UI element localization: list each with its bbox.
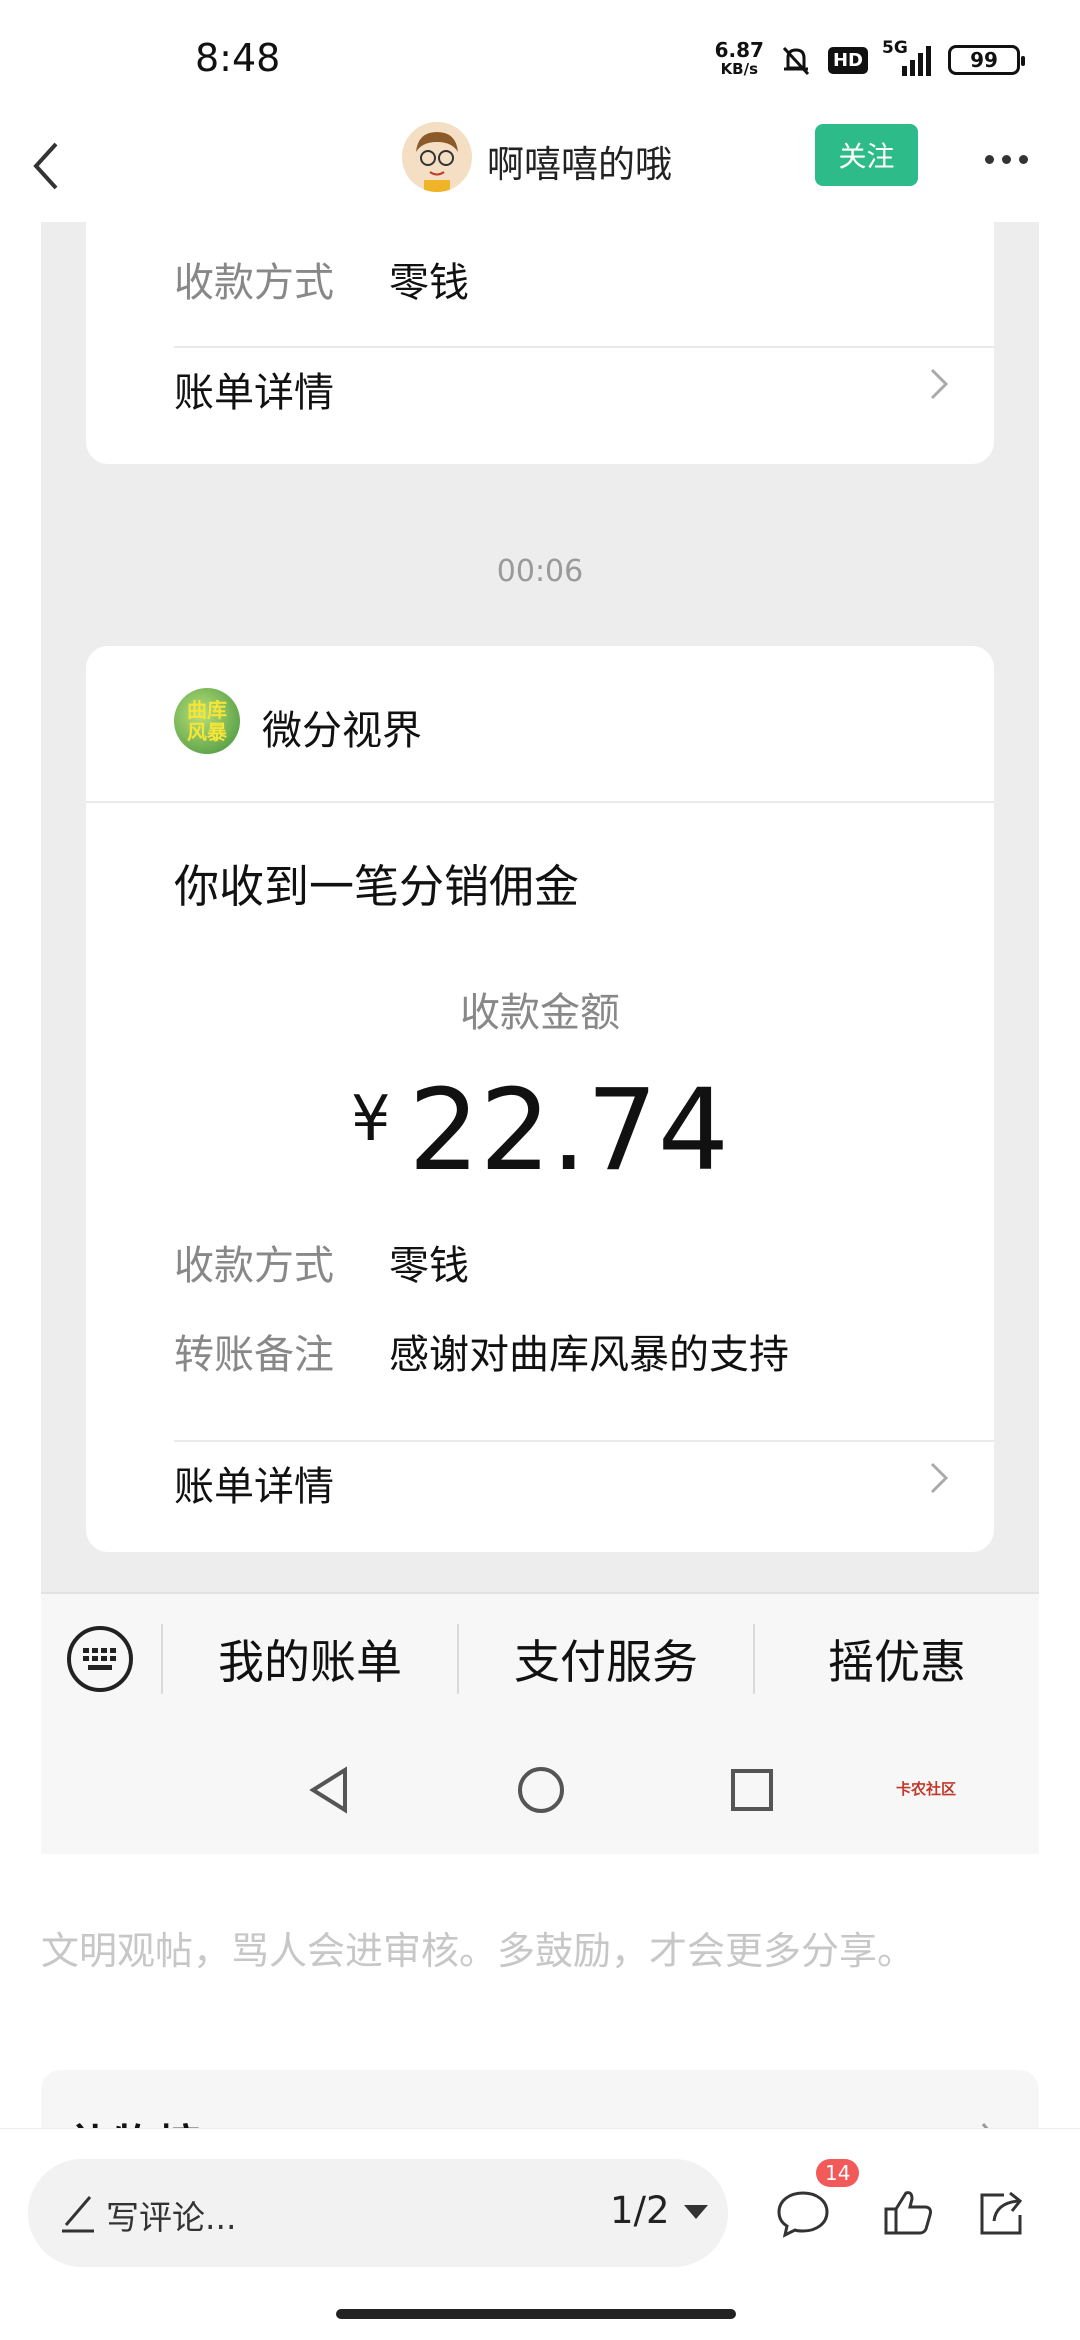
- share-icon[interactable]: [974, 2185, 1030, 2241]
- amount-label: 收款金额: [460, 990, 620, 1036]
- hd-badge: HD: [827, 46, 868, 74]
- nav-home-icon: [518, 1767, 564, 1813]
- keyboard-icon: [67, 1626, 133, 1692]
- message-timestamp: 00:06: [496, 554, 584, 589]
- official-account-name: 微分视界: [262, 708, 422, 754]
- amount-value: 22.74: [408, 1066, 730, 1196]
- page-dropdown-icon[interactable]: [684, 2205, 708, 2219]
- comment-icon[interactable]: [775, 2185, 831, 2241]
- signal-icon: 5G: [882, 38, 934, 78]
- battery-level: 99: [970, 48, 998, 72]
- pen-icon: [62, 2196, 94, 2233]
- menu-item-payment-services: 支付服务: [514, 1635, 698, 1689]
- avatar[interactable]: [402, 122, 472, 192]
- status-icons: 6.87 KB/s HD 5G 99: [714, 38, 1025, 82]
- follow-button[interactable]: 关注: [815, 124, 918, 186]
- chat-menu-bar: 我的账单 支付服务 摇优惠: [41, 1592, 1039, 1722]
- divider: [174, 346, 994, 348]
- payment-method-label: 收款方式: [174, 1243, 334, 1289]
- bill-detail-label: 账单详情: [174, 1464, 334, 1510]
- chevron-right-icon: [930, 1462, 949, 1494]
- menu-item-my-bills: 我的账单: [218, 1635, 402, 1689]
- watermark: 卡农社区: [896, 1780, 957, 1798]
- home-indicator: [336, 2309, 736, 2319]
- network-speed: 6.87 KB/s: [714, 38, 764, 79]
- menu-item-shake-offers: 摇优惠: [828, 1635, 966, 1689]
- system-nav-bar: 卡农社区: [41, 1722, 1039, 1854]
- comment-guideline-text: 文明观帖，骂人会进审核。多鼓励，才会更多分享。: [41, 1929, 916, 1973]
- status-bar: 8:48 6.87 KB/s HD 5G 99: [0, 0, 1080, 110]
- currency-symbol: ¥: [350, 1082, 391, 1155]
- divider: [86, 801, 994, 803]
- transfer-note-label: 转账备注: [174, 1332, 334, 1378]
- amount: ¥22.74: [86, 1066, 994, 1196]
- nav-back-icon: [309, 1766, 347, 1814]
- more-icon[interactable]: [985, 144, 1045, 174]
- payment-method-value: 零钱: [389, 1243, 469, 1289]
- battery-icon: 99: [948, 45, 1025, 75]
- card-title: 你收到一笔分销佣金: [174, 860, 580, 913]
- comment-placeholder: 写评论...: [106, 2198, 237, 2237]
- page-indicator[interactable]: 1/2: [610, 2189, 670, 2232]
- nav-recents-icon: [731, 1769, 773, 1811]
- post-header: 啊嘻嘻的哦 关注: [0, 110, 1080, 222]
- network-speed-unit: KB/s: [720, 60, 759, 78]
- payment-method-value: 零钱: [389, 260, 469, 306]
- bottom-action-bar: 写评论... 1/2 14: [0, 2128, 1080, 2340]
- transfer-note-value: 感谢对曲库风暴的支持: [389, 1332, 789, 1378]
- bill-detail-label: 账单详情: [174, 370, 334, 416]
- payment-card: 曲库风暴 微分视界 你收到一笔分销佣金 收款金额 ¥22.74 收款方式 零钱 …: [86, 646, 994, 1552]
- back-arrow-icon[interactable]: [22, 130, 82, 200]
- post-image[interactable]: 收款方式 零钱 账单详情 00:06 曲库风暴 微分视界 你收到一笔分销佣金 收…: [41, 222, 1039, 1854]
- comment-input[interactable]: 写评论... 1/2: [28, 2159, 728, 2267]
- payment-card-previous: 收款方式 零钱 账单详情: [86, 222, 994, 464]
- thumbs-up-icon[interactable]: [880, 2185, 936, 2241]
- divider: [174, 1440, 994, 1442]
- status-time: 8:48: [195, 36, 281, 80]
- network-speed-value: 6.87: [714, 38, 764, 62]
- username[interactable]: 啊嘻嘻的哦: [487, 134, 672, 188]
- comment-count-badge: 14: [816, 2159, 860, 2187]
- official-account-logo: 曲库风暴: [174, 688, 240, 754]
- logo-text: 曲库风暴: [187, 698, 227, 744]
- payment-method-label: 收款方式: [174, 260, 334, 306]
- bell-muted-icon: [782, 46, 810, 76]
- chevron-right-icon: [930, 368, 949, 400]
